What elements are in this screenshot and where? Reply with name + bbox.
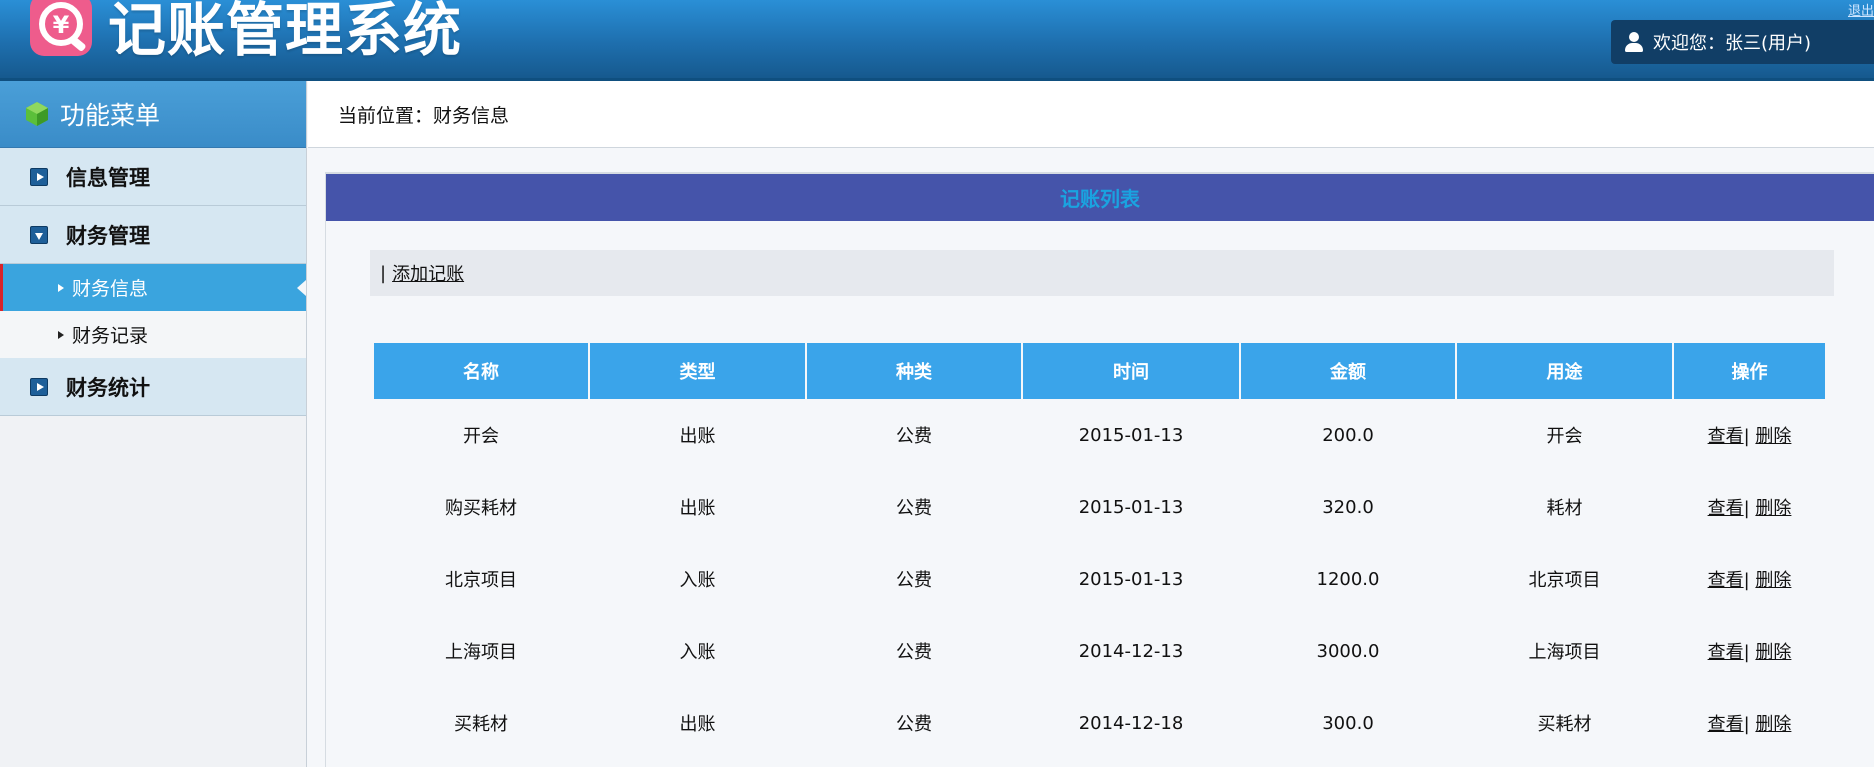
delete-link[interactable]: 删除	[1755, 642, 1791, 663]
cell-date: 2015-01-13	[1078, 496, 1184, 518]
logout-link[interactable]: 退出	[1848, 0, 1874, 19]
column-header-date[interactable]: 时间	[1023, 343, 1239, 399]
expand-arrow-icon	[30, 167, 48, 186]
sidebar: 功能菜单 信息管理 财务管理 财务信息 财务记录 财务统计	[0, 81, 307, 767]
cell-date: 2015-01-13	[1078, 424, 1184, 446]
table-row: 买耗材 出账 公费 2014-12-18 300.0 买耗材 查看| 删除	[374, 687, 1825, 759]
cell-amount: 3000.0	[1316, 640, 1380, 662]
menu-group-label: 信息管理	[66, 165, 150, 190]
cell-actions: 查看| 删除	[1674, 615, 1825, 687]
cell-kind: 公费	[896, 642, 932, 663]
table-header-row: 名称 类型 种类 时间 金额 用途 操作	[374, 343, 1825, 399]
cell-usage: 开会	[1546, 426, 1583, 447]
toolbar: | 添加记账	[370, 250, 1834, 296]
table-row: 开会 出账 公费 2015-01-13 200.0 开会 查看| 删除	[374, 399, 1825, 471]
action-separator: |	[1743, 714, 1750, 735]
column-header-amount[interactable]: 金额	[1241, 343, 1455, 399]
records-panel: 记账列表 | 添加记账 名称 类型 种类 时间 金额 用途 操作 开会 出账 公…	[325, 172, 1874, 767]
action-separator: |	[1743, 426, 1750, 447]
app-logo: ¥ 记账管理系统	[30, 0, 462, 64]
action-separator: |	[1743, 570, 1750, 591]
expand-arrow-icon	[30, 377, 48, 396]
yen-coin-icon: ¥	[30, 0, 92, 62]
cell-name: 北京项目	[445, 570, 517, 591]
cell-usage: 上海项目	[1528, 642, 1601, 663]
cell-name: 开会	[463, 426, 499, 447]
cell-kind: 公费	[896, 426, 932, 447]
app-title: 记账管理系统	[108, 0, 463, 64]
toolbar-separator: |	[380, 262, 387, 284]
cell-date: 2015-01-13	[1078, 568, 1184, 590]
delete-link[interactable]: 删除	[1755, 498, 1791, 519]
table-row: 购买耗材 出账 公费 2015-01-13 320.0 耗材 查看| 删除	[374, 471, 1825, 543]
active-indicator	[297, 280, 306, 296]
breadcrumb: 当前位置：财务信息	[308, 81, 1874, 148]
menu-group-finance-management[interactable]: 财务管理	[0, 206, 306, 264]
menu-group-info-management[interactable]: 信息管理	[0, 148, 306, 206]
panel-title: 记账列表	[326, 172, 1874, 221]
cell-type: 出账	[679, 714, 716, 735]
top-header: ¥ 记账管理系统 退出 欢迎您：张三(用户)	[0, 0, 1874, 81]
bullet-arrow-icon	[58, 283, 64, 292]
view-link[interactable]: 查看	[1708, 642, 1744, 663]
cell-amount: 1200.0	[1316, 568, 1380, 590]
cell-usage: 买耗材	[1537, 714, 1592, 735]
cell-amount: 200.0	[1322, 424, 1374, 446]
cell-name: 购买耗材	[445, 498, 517, 519]
sidebar-header: 功能菜单	[0, 81, 306, 148]
breadcrumb-text: 当前位置：财务信息	[338, 104, 510, 127]
cell-kind: 公费	[896, 498, 932, 519]
cell-usage: 耗材	[1546, 498, 1583, 519]
cell-usage: 北京项目	[1528, 570, 1601, 591]
cell-type: 入账	[679, 642, 716, 663]
view-link[interactable]: 查看	[1708, 498, 1744, 519]
welcome-text: 欢迎您：张三(用户)	[1653, 33, 1812, 54]
cell-name: 买耗材	[454, 714, 508, 735]
view-link[interactable]: 查看	[1708, 714, 1744, 735]
column-header-name[interactable]: 名称	[374, 343, 588, 399]
cell-type: 入账	[679, 570, 716, 591]
action-separator: |	[1743, 498, 1750, 519]
column-header-kind[interactable]: 种类	[807, 343, 1021, 399]
cell-date: 2014-12-13	[1078, 640, 1184, 662]
sidebar-item-label: 财务信息	[72, 278, 149, 300]
action-separator: |	[1743, 642, 1750, 663]
sidebar-title: 功能菜单	[60, 101, 161, 130]
collapse-arrow-icon	[30, 225, 48, 244]
delete-link[interactable]: 删除	[1755, 714, 1791, 735]
delete-link[interactable]: 删除	[1755, 426, 1791, 447]
cell-actions: 查看| 删除	[1674, 471, 1825, 543]
cell-kind: 公费	[896, 570, 932, 591]
sidebar-item-finance-records[interactable]: 财务记录	[0, 311, 306, 358]
cell-actions: 查看| 删除	[1674, 687, 1825, 759]
menu-group-label: 财务管理	[66, 223, 150, 248]
column-header-usage[interactable]: 用途	[1457, 343, 1672, 399]
cell-type: 出账	[679, 498, 716, 519]
sidebar-item-finance-info[interactable]: 财务信息	[0, 264, 306, 311]
user-icon	[1625, 32, 1643, 52]
menu-group-label: 财务统计	[66, 375, 150, 400]
cell-date: 2014-12-18	[1078, 712, 1184, 734]
table-row: 北京项目 入账 公费 2015-01-13 1200.0 北京项目 查看| 删除	[374, 543, 1825, 615]
table-row: 上海项目 入账 公费 2014-12-13 3000.0 上海项目 查看| 删除	[374, 615, 1825, 687]
cell-amount: 320.0	[1322, 496, 1374, 518]
cell-actions: 查看| 删除	[1674, 399, 1825, 471]
sidebar-item-label: 财务记录	[72, 325, 149, 347]
cell-name: 上海项目	[445, 642, 517, 663]
cell-kind: 公费	[896, 714, 932, 735]
column-header-type[interactable]: 类型	[590, 343, 805, 399]
view-link[interactable]: 查看	[1708, 426, 1744, 447]
cell-type: 出账	[679, 426, 716, 447]
delete-link[interactable]: 删除	[1755, 570, 1791, 591]
add-record-link[interactable]: 添加记账	[392, 260, 464, 286]
cell-amount: 300.0	[1322, 712, 1374, 734]
column-header-actions: 操作	[1674, 343, 1825, 399]
records-table: 名称 类型 种类 时间 金额 用途 操作 开会 出账 公费 2015-01-13…	[372, 343, 1827, 759]
bullet-arrow-icon	[58, 330, 64, 339]
cube-icon	[26, 102, 48, 126]
menu-group-finance-statistics[interactable]: 财务统计	[0, 358, 306, 416]
cell-actions: 查看| 删除	[1674, 543, 1825, 615]
view-link[interactable]: 查看	[1708, 570, 1744, 591]
user-welcome-badge[interactable]: 欢迎您：张三(用户)	[1611, 20, 1874, 64]
